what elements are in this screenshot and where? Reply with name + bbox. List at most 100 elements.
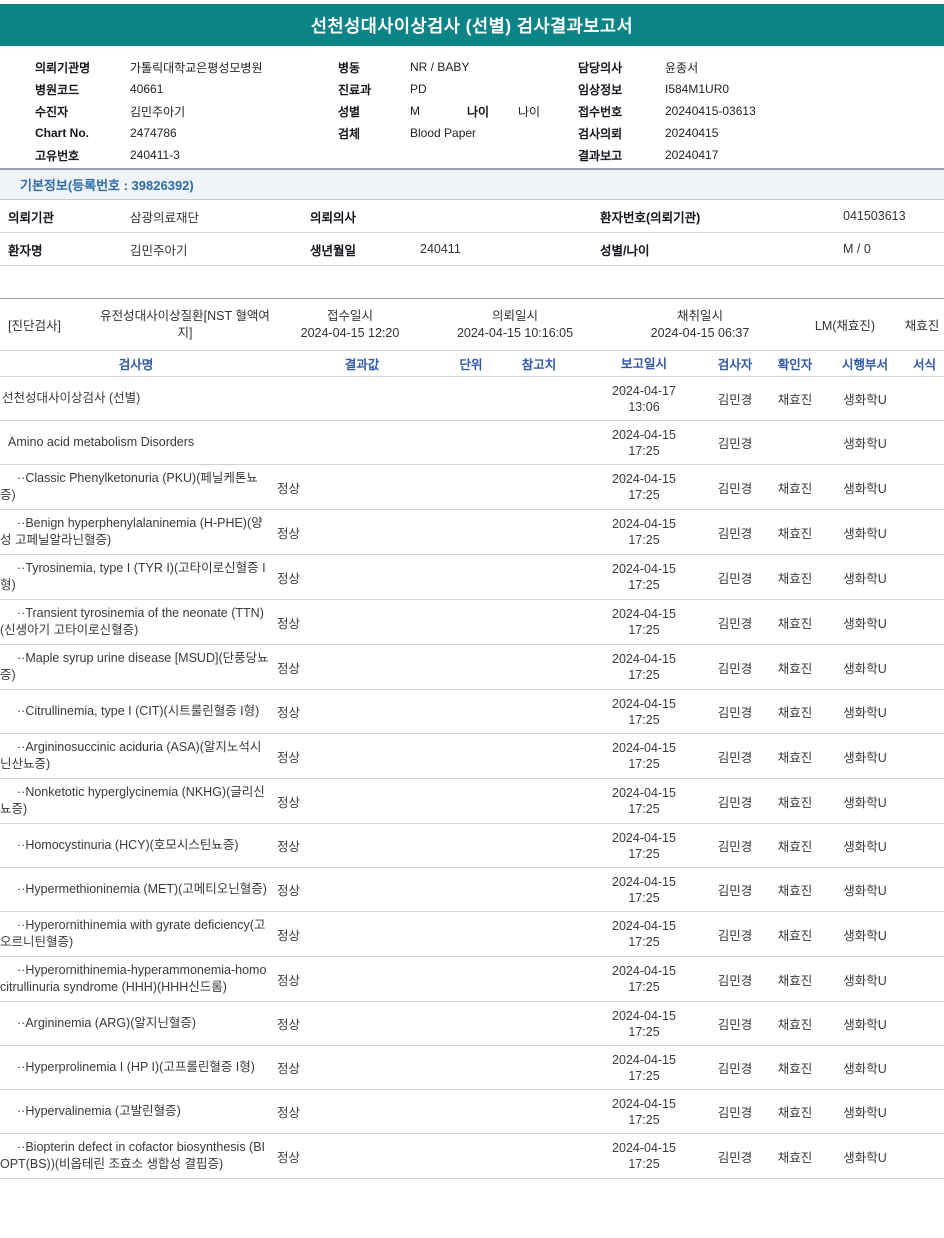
verifier-name: 채효진 bbox=[777, 840, 813, 854]
report-datetime: 2024-04-15 17:25 bbox=[583, 427, 705, 459]
tester-name: 김민경 bbox=[717, 884, 753, 898]
table-row: ··Argininemia (ARG)(알지닌혈증) 정상 2024-04-15… bbox=[0, 1002, 944, 1046]
patient-header-row: 병동 NR / BABY bbox=[338, 56, 540, 78]
header-tester: 검사자 bbox=[717, 358, 753, 372]
report-time: 17:25 bbox=[628, 443, 660, 458]
field-value: 20240415-03613 bbox=[665, 104, 756, 118]
basic-info-table: 의뢰기관 삼광의료재단 의뢰의사 환자번호(의뢰기관) 041503613 환자… bbox=[0, 200, 944, 266]
report-datetime: 2024-04-15 17:25 bbox=[583, 1096, 705, 1128]
patient-header-row: 임상정보 I584M1UR0 bbox=[578, 78, 807, 100]
table-row: Amino acid metabolism Disorders 2024-04-… bbox=[0, 421, 944, 465]
info-field-label: 환자명 bbox=[8, 243, 43, 258]
patient-header-row: 접수번호 20240415-03613 bbox=[578, 100, 807, 122]
tester-name: 김민경 bbox=[717, 481, 753, 496]
department-name: 생화학U bbox=[843, 706, 887, 720]
report-time: 17:25 bbox=[628, 757, 660, 771]
patient-header-row: 성별 M 나이 나이 bbox=[338, 100, 540, 122]
tester-name: 김민경 bbox=[717, 393, 753, 407]
report-time: 13:06 bbox=[628, 399, 660, 414]
request-datetime: 의뢰일시 2024-04-15 10:16:05 bbox=[420, 308, 610, 342]
report-date: 2024-04-15 bbox=[612, 696, 676, 711]
patient-header-row: 담당의사 윤종서 bbox=[578, 56, 807, 78]
info-field-value: 240411 bbox=[420, 242, 461, 256]
basic-info-row: 의뢰기관 삼광의료재단 의뢰의사 환자번호(의뢰기관) 041503613 bbox=[0, 200, 944, 233]
tester-name: 김민경 bbox=[717, 795, 753, 810]
field-label: 의뢰기관명 bbox=[35, 60, 91, 75]
result-value: 정상 bbox=[277, 928, 301, 943]
collector2-name: 채효진 bbox=[904, 319, 940, 333]
test-name: ··Hypermethioninemia (MET)(고메티오닌혈증) bbox=[17, 882, 267, 896]
report-date: 2024-04-15 bbox=[612, 919, 676, 933]
report-date: 2024-04-15 bbox=[612, 427, 676, 442]
table-row: ··Biopterin defect in cofactor biosynthe… bbox=[0, 1134, 944, 1179]
table-row: ··Hyperornithinemia with gyrate deficien… bbox=[0, 912, 944, 957]
header-verifier: 확인자 bbox=[777, 358, 813, 372]
patient-header-row: 의뢰기관명 가톨릭대학교은평성모병원 bbox=[35, 56, 313, 78]
verifier-name: 채효진 bbox=[777, 393, 813, 407]
patient-header-row: 결과보고 20240417 bbox=[578, 144, 807, 166]
field-value: 40661 bbox=[130, 82, 164, 96]
tester-name: 김민경 bbox=[717, 1018, 753, 1032]
results-header-row: 검사명 결과값 단위 참고치 보고일시 검사자 확인자 시행부서 서식 bbox=[0, 351, 944, 377]
report-time: 17:25 bbox=[628, 802, 660, 816]
field-value: 김민주아기 bbox=[130, 104, 186, 119]
info-field-value: 삼광의료재단 bbox=[130, 210, 200, 225]
patient-header-col-3: 담당의사 윤종서 임상정보 I584M1UR0 접수번호 20240415-03… bbox=[578, 56, 807, 166]
verifier-name: 채효진 bbox=[777, 973, 813, 988]
field-label: 검사의뢰 bbox=[578, 126, 623, 141]
field-value: 2474786 bbox=[130, 126, 177, 140]
test-name: ··Hyperprolinemia I (HP I)(고프롤린혈증 I형) bbox=[17, 1060, 255, 1074]
verifier-name: 채효진 bbox=[777, 1018, 813, 1032]
report-datetime: 2024-04-17 13:06 bbox=[583, 383, 705, 415]
info-field: 성별/나이 M / 0 bbox=[600, 240, 944, 259]
collect-value: 2024-04-15 06:37 bbox=[650, 325, 750, 340]
report-datetime: 2024-04-15 17:25 bbox=[583, 963, 705, 995]
report-time: 17:25 bbox=[628, 1112, 660, 1127]
verifier-name: 채효진 bbox=[777, 571, 813, 586]
report-datetime: 2024-04-15 17:25 bbox=[583, 785, 705, 817]
table-row: ··Hyperprolinemia I (HP I)(고프롤린혈증 I형) 정상… bbox=[0, 1046, 944, 1090]
report-time: 17:25 bbox=[628, 668, 660, 682]
department-name: 생화학U bbox=[843, 481, 887, 496]
department-name: 생화학U bbox=[843, 750, 887, 765]
patient-header-row: 검체 Blood Paper bbox=[338, 122, 540, 144]
report-date: 2024-04-15 bbox=[612, 562, 676, 576]
tester-name: 김민경 bbox=[717, 928, 753, 943]
result-value: 정상 bbox=[277, 1106, 301, 1120]
report-date: 2024-04-15 bbox=[612, 786, 676, 800]
tester-name: 김민경 bbox=[717, 616, 753, 631]
verifier-name: 채효진 bbox=[777, 1106, 813, 1120]
test-name: ··Nonketotic hyperglycinemia (NKHG)(글리신뇨… bbox=[0, 785, 265, 816]
report-date: 2024-04-15 bbox=[612, 874, 676, 889]
verifier-name: 채효진 bbox=[777, 928, 813, 943]
field-label: 담당의사 bbox=[578, 60, 623, 75]
tester-name: 김민경 bbox=[717, 1062, 753, 1076]
info-field-label: 환자번호(의뢰기관) bbox=[600, 210, 701, 225]
field-label: 임상정보 bbox=[578, 82, 623, 97]
table-row: ··Hyperornithinemia-hyperammonemia-homoc… bbox=[0, 957, 944, 1002]
report-time: 17:25 bbox=[628, 533, 660, 547]
report-date: 2024-04-15 bbox=[612, 830, 676, 845]
table-row: ··Hypermethioninemia (MET)(고메티오닌혈증) 정상 2… bbox=[0, 868, 944, 912]
department-name: 생화학U bbox=[843, 884, 887, 898]
report-date: 2024-04-17 bbox=[612, 383, 676, 398]
result-value: 정상 bbox=[277, 884, 301, 898]
receipt-label: 접수일시 bbox=[326, 308, 373, 323]
tester-name: 김민경 bbox=[717, 1150, 753, 1165]
test-name: Amino acid metabolism Disorders bbox=[8, 435, 195, 449]
test-name: ··Citrullinemia, type I (CIT)(시트룰린혈증 I형) bbox=[17, 704, 260, 718]
patient-header-col-2: 병동 NR / BABY 진료과 PD 성별 M 나이 나이 검체 Blood … bbox=[338, 56, 540, 144]
basic-info-heading: 기본정보(등록번호 : 39826392) bbox=[0, 170, 944, 200]
info-field: 의뢰기관 삼광의료재단 bbox=[8, 207, 310, 226]
verifier-name: 채효진 bbox=[777, 616, 813, 631]
result-value: 정상 bbox=[277, 1018, 301, 1032]
report-date: 2024-04-15 bbox=[612, 741, 676, 755]
table-row: ··Classic Phenylketonuria (PKU)(페닐케톤뇨증) … bbox=[0, 465, 944, 510]
basic-info-heading-text: 기본정보(등록번호 : 39826392) bbox=[20, 178, 194, 193]
result-value: 정상 bbox=[277, 616, 301, 631]
department-name: 생화학U bbox=[843, 973, 887, 988]
report-datetime: 2024-04-15 17:25 bbox=[583, 1052, 705, 1084]
report-datetime: 2024-04-15 17:25 bbox=[583, 918, 705, 950]
field-label: 진료과 bbox=[338, 82, 372, 97]
tester-name: 김민경 bbox=[717, 750, 753, 765]
